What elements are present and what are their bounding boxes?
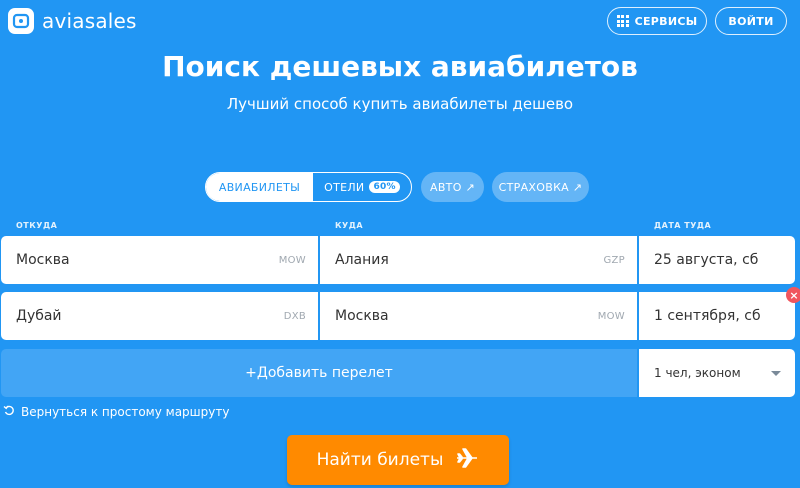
product-tabs: АВИАБИЛЕТЫ ОТЕЛИ 60%: [205, 172, 412, 202]
passengers-select[interactable]: 1 чел, эконом: [639, 349, 795, 397]
date-value: 25 августа, сб: [654, 252, 759, 268]
undo-icon: [3, 404, 15, 419]
destination-field[interactable]: Москва MOW: [320, 292, 637, 340]
simple-route-link[interactable]: Вернуться к простому маршруту: [3, 404, 229, 419]
page-title: Поиск дешевых авиабилетов: [162, 50, 638, 83]
services-label: СЕРВИСЫ: [634, 14, 698, 28]
destination-code: MOW: [597, 310, 625, 322]
remove-segment-button[interactable]: ×: [786, 287, 800, 303]
from-label: ОТКУДА: [16, 221, 58, 230]
destination-value: Алания: [335, 252, 389, 268]
date-field[interactable]: 1 сентября, сб: [639, 292, 795, 340]
discount-badge: 60%: [369, 181, 400, 193]
logo[interactable]: aviasales: [8, 8, 137, 34]
origin-value: Москва: [16, 252, 70, 268]
search-button-label: Найти билеты: [316, 450, 444, 470]
tab-flights[interactable]: АВИАБИЛЕТЫ: [206, 173, 313, 201]
search-button[interactable]: Найти билеты: [287, 435, 509, 485]
logo-text: aviasales: [42, 9, 137, 33]
chevron-down-icon: [771, 370, 781, 376]
origin-field[interactable]: Москва MOW: [1, 236, 318, 284]
services-button[interactable]: СЕРВИСЫ: [607, 7, 707, 35]
destination-code: GZP: [603, 254, 625, 266]
origin-code: DXB: [283, 310, 306, 322]
page-subtitle: Лучший способ купить авиабилеты дешево: [226, 95, 574, 113]
destination-field[interactable]: Алания GZP: [320, 236, 637, 284]
origin-value: Дубай: [16, 308, 62, 324]
simple-route-label: Вернуться к простому маршруту: [21, 404, 230, 419]
passengers-value: 1 чел, эконом: [654, 366, 741, 380]
tab-auto[interactable]: АВТО ↗: [421, 172, 484, 202]
tab-hotels[interactable]: ОТЕЛИ 60%: [313, 173, 411, 201]
tab-insurance[interactable]: СТРАХОВКА ↗: [492, 172, 589, 202]
logo-icon: [8, 8, 34, 34]
date-label: ДАТА ТУДА: [654, 221, 712, 230]
origin-field[interactable]: Дубай DXB: [1, 292, 318, 340]
close-icon: ×: [789, 288, 799, 302]
origin-code: MOW: [278, 254, 306, 266]
add-flight-button[interactable]: +Добавить перелет: [1, 349, 637, 397]
date-value: 1 сентября, сб: [654, 308, 761, 324]
login-button[interactable]: ВОЙТИ: [715, 7, 787, 35]
to-label: КУДА: [335, 221, 364, 230]
tab-hotels-label: ОТЕЛИ: [324, 180, 365, 194]
destination-value: Москва: [335, 308, 389, 324]
date-field[interactable]: 25 августа, сб: [639, 236, 795, 284]
airplane-icon: [455, 446, 479, 475]
grid-icon: [616, 15, 629, 27]
